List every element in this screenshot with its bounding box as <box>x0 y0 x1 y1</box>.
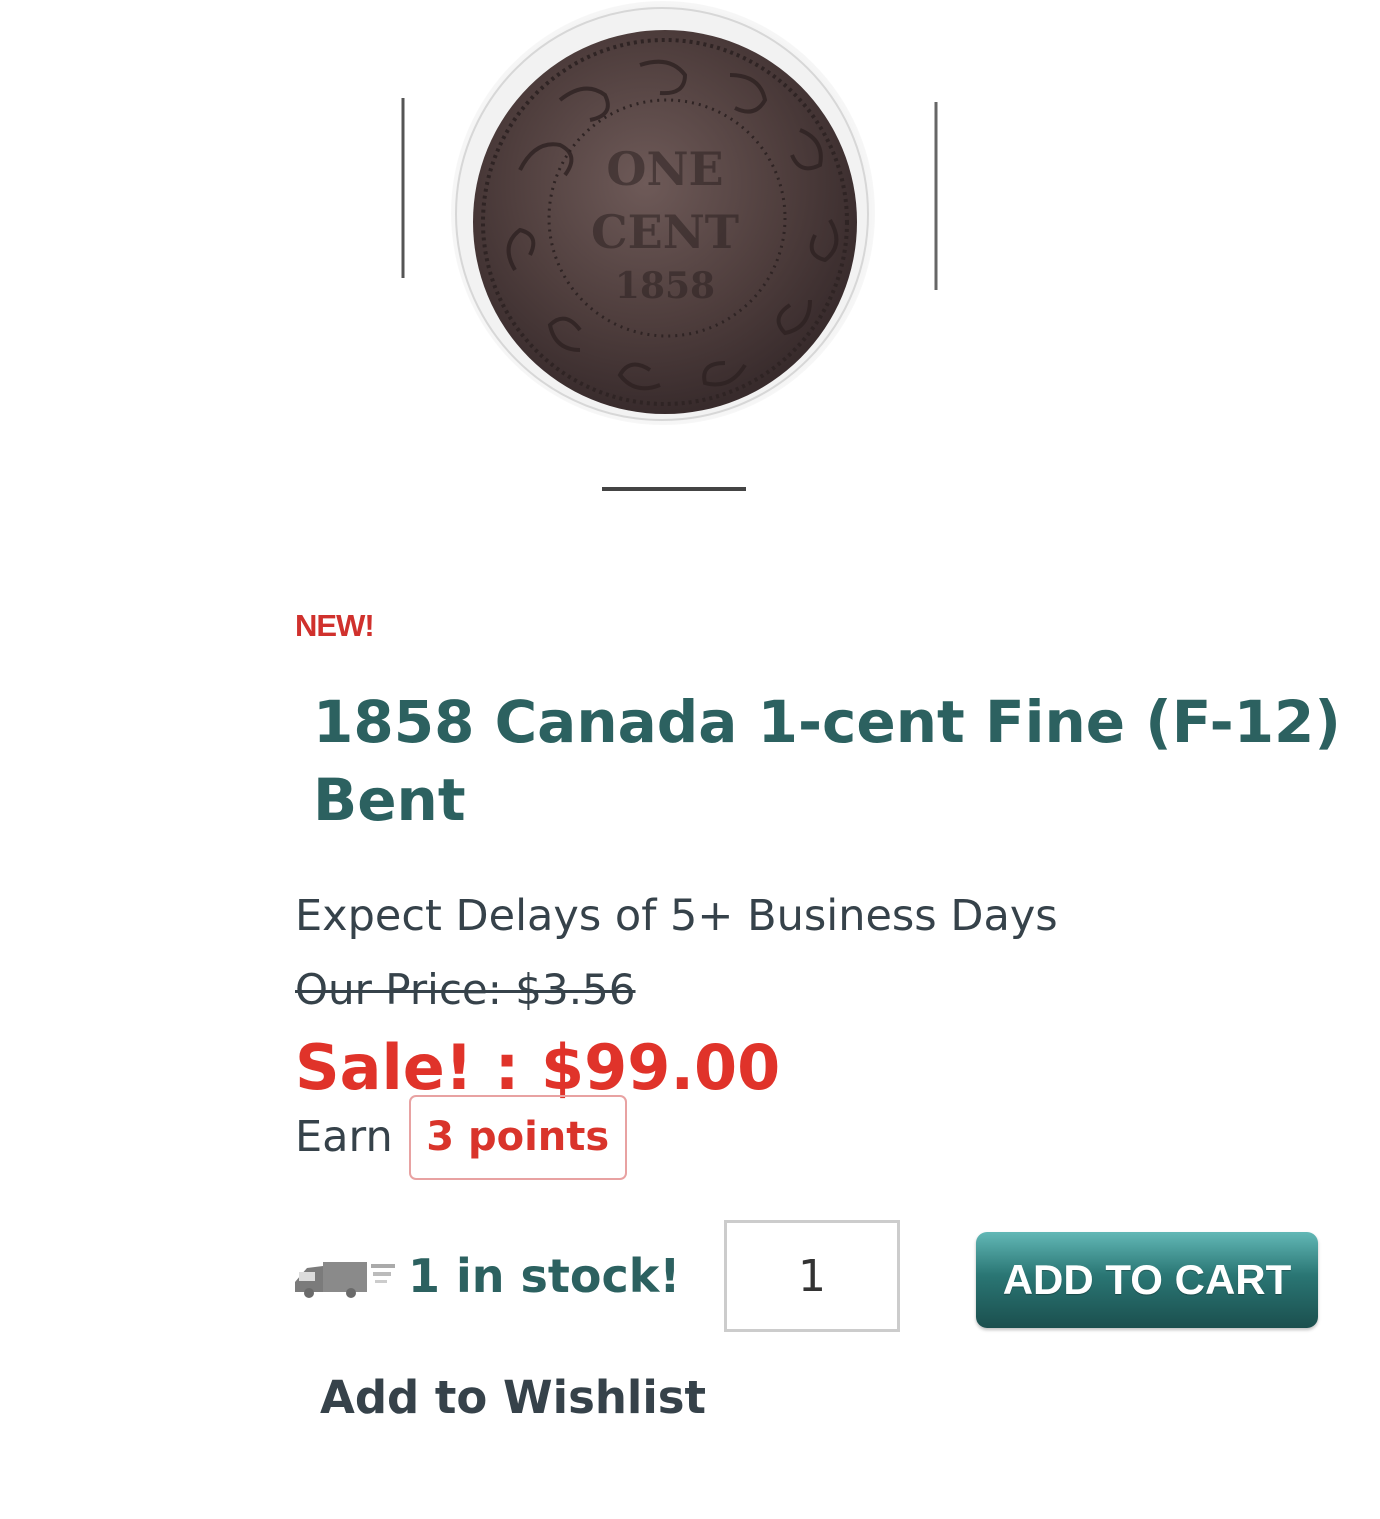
svg-text:ONE: ONE <box>606 142 723 196</box>
add-to-cart-button[interactable]: ADD TO CART <box>976 1232 1318 1328</box>
reward-points-badge: 3 points <box>408 1094 627 1180</box>
stock-status: 1 in stock! <box>408 1249 681 1303</box>
truck-icon <box>295 1262 395 1298</box>
new-badge: NEW! <box>295 608 375 643</box>
earn-label: Earn <box>295 1112 393 1162</box>
svg-text:1858: 1858 <box>615 265 715 307</box>
add-to-wishlist-link[interactable]: Add to Wishlist <box>320 1368 706 1428</box>
coin-graphic: ONE CENT 1858 <box>401 1 938 491</box>
quantity-input[interactable] <box>724 1220 900 1332</box>
shipping-delay-notice: Expect Delays of 5+ Business Days <box>295 891 1058 941</box>
reward-points-row: Earn 3 points <box>295 1092 627 1182</box>
product-image[interactable]: ONE CENT 1858 <box>290 0 980 530</box>
product-title: 1858 Canada 1-cent Fine (F-12) Bent <box>313 688 1341 834</box>
svg-text:CENT: CENT <box>591 205 739 259</box>
regular-price: Our Price: $3.56 <box>295 965 636 1014</box>
